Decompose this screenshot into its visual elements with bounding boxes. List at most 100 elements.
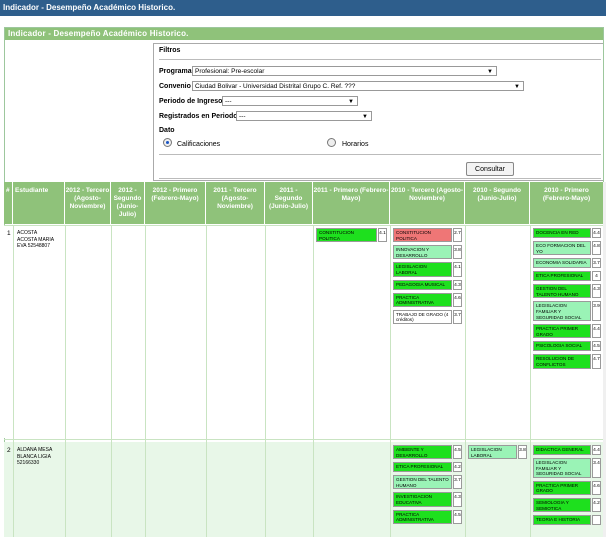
course-cell[interactable]: LEGISLACION LABORAL: [468, 445, 517, 460]
horarios-radio[interactable]: [327, 138, 336, 147]
course-cell[interactable]: LEGISLACION LABORAL: [393, 262, 452, 277]
course-grade: 3.7: [592, 258, 601, 269]
column-divider: [65, 226, 66, 537]
course-grade: 4.6: [592, 480, 601, 495]
convenio-label: Convenio: [159, 83, 191, 90]
row-background: [4, 226, 604, 438]
course-grade: 4.1: [378, 228, 387, 243]
course-cell[interactable]: ETICA PROFESIONAL: [533, 271, 591, 282]
course-cell[interactable]: PRACTICA ADMINISTRATIVA: [393, 292, 452, 307]
divider: [159, 178, 601, 179]
course-grade: 3.7: [453, 309, 462, 324]
course-cell[interactable]: GESTION DEL TALENTO HUMANO: [393, 475, 452, 490]
course-cell[interactable]: INNOVACION Y DESARROLLO EMPRESARIAL: [393, 245, 452, 260]
course-grade: 4.4: [592, 445, 601, 455]
row-divider: [4, 439, 604, 440]
column-header: 2012 - Primero (Febrero-Mayo): [145, 182, 206, 224]
column-divider: [265, 226, 266, 537]
course-grade: 3.8: [518, 445, 527, 460]
course-grade: 4.4: [592, 324, 601, 339]
programa-select[interactable]: Profesional: Pre-escolar ▼: [192, 66, 497, 76]
column-divider: [465, 226, 466, 537]
column-divider: [390, 226, 391, 537]
course-cell[interactable]: LEGISLACION FAMILIAR Y SEGURIDAD SOCIAL: [533, 458, 591, 478]
horarios-label: Horarios: [342, 141, 369, 148]
divider: [159, 59, 601, 60]
column-header: 2012 - Segundo (Junio-Julio): [111, 182, 145, 224]
course-grade: 4.8: [592, 241, 601, 256]
convenio-value: Ciudad Bolivar - Universidad Distrital G…: [195, 83, 356, 90]
course-cell[interactable]: CONSTITUCION POLITICA: [393, 228, 452, 243]
course-grade: 4.4: [592, 228, 601, 238]
registrados-label: Registrados en Periodo: [159, 113, 238, 120]
results-table: # Estudiante 2012 - Tercero (Agosto-Noviem…: [4, 182, 604, 537]
column-divider: [206, 226, 207, 537]
course-grade: 4.5: [453, 509, 462, 524]
course-cell[interactable]: LEGISLACION FAMILIAR Y SEGURIDAD SOCIAL: [533, 301, 591, 322]
course-cell[interactable]: TRABAJO DE GRADO (4 créditos): [393, 309, 452, 324]
course-cell[interactable]: PRACTICA PRIMER GRADO: [533, 480, 591, 495]
programa-value: Profesional: Pre-escolar: [195, 68, 265, 75]
course-cell[interactable]: RESOLUCION DE CONFLICTOS: [533, 354, 591, 369]
periodo-label: Periodo de Ingreso: [159, 98, 223, 105]
chevron-down-icon: ▼: [348, 99, 354, 105]
course-cell[interactable]: AMBIENTE Y DESARROLLO: [393, 445, 452, 460]
course-grade: 4.3: [592, 284, 601, 299]
chevron-down-icon: ▼: [487, 69, 493, 75]
column-header: 2012 - Tercero (Agosto-Noviembre): [65, 182, 111, 224]
course-cell[interactable]: ECONOMIA SOLIDARIA: [533, 258, 591, 269]
column-header: 2010 - Tercero (Agosto-Noviembre): [390, 182, 465, 224]
column-header: 2011 - Primero (Febrero-Mayo): [313, 182, 390, 224]
course-cell[interactable]: PEDAGOGIA MUSICAL: [393, 279, 452, 290]
consultar-button[interactable]: Consultar: [466, 162, 514, 176]
course-grade: 4.5: [453, 445, 462, 460]
course-grade: 3.7: [453, 475, 462, 490]
panel-title: Indicador - Desempeño Académico Historic…: [5, 28, 603, 40]
course-grade: [592, 515, 601, 526]
course-grade: 4.2: [453, 462, 462, 473]
course-grade: 4.3: [453, 279, 462, 290]
student-name[interactable]: ACOSTA ACOSTA MARIA EVA 52548807: [17, 230, 55, 250]
course-cell[interactable]: PSICOLOGIA SOCIAL: [533, 341, 591, 352]
divider: [159, 154, 601, 155]
window-title: Indicador - Desempeño Académico Historic…: [0, 0, 606, 16]
column-divider: [145, 226, 146, 537]
programa-label: Programa: [159, 68, 192, 75]
course-cell[interactable]: GESTION DEL TALENTO HUMANO: [533, 284, 591, 299]
filters-box: Filtros Programa Profesional: Pre-escola…: [153, 43, 603, 181]
column-header: 2010 - Primero (Febrero-Mayo): [530, 182, 604, 224]
course-grade: 4.3: [453, 492, 462, 507]
column-header: 2011 - Tercero (Agosto-Noviembre): [206, 182, 265, 224]
convenio-select[interactable]: Ciudad Bolivar - Universidad Distrital G…: [192, 81, 524, 91]
column-header: 2010 - Segundo (Junio-Julio): [465, 182, 530, 224]
course-grade: 3.8: [453, 245, 462, 260]
column-divider: [111, 226, 112, 537]
course-cell[interactable]: SEMIOLOGIA Y SEMIOTICA: [533, 498, 591, 513]
calificaciones-radio[interactable]: [163, 138, 172, 147]
periodo-value: ---: [225, 98, 232, 105]
course-grade: 4.1: [453, 262, 462, 277]
course-grade: 4.7: [592, 354, 601, 369]
course-cell[interactable]: INVESTIGACION EDUCATIVA: [393, 492, 452, 507]
course-cell[interactable]: DIDACTICA GENERAL: [533, 445, 591, 455]
course-cell[interactable]: CONSTITUCION POLITICA: [316, 228, 377, 243]
course-cell[interactable]: ECO FORMACION DEL YO: [533, 241, 591, 256]
course-cell[interactable]: TEORIA E HISTORIA: [533, 515, 591, 526]
course-cell[interactable]: ETICA PROFESIONAL: [393, 462, 452, 473]
column-divider: [530, 226, 531, 537]
row-divider: [4, 225, 604, 226]
course-grade: 3.4: [592, 458, 601, 478]
course-cell[interactable]: DOCENCIA EN RED: [533, 228, 591, 238]
column-divider: [313, 226, 314, 537]
dato-label: Dato: [159, 127, 175, 134]
course-grade: 4.2: [592, 498, 601, 513]
course-cell[interactable]: PRACTICA ADMINISTRATIVA: [393, 509, 452, 524]
course-grade: 4: [592, 271, 601, 282]
periodo-select[interactable]: --- ▼: [222, 96, 358, 106]
column-divider: [13, 226, 14, 537]
registrados-select[interactable]: --- ▼: [236, 111, 372, 121]
course-cell[interactable]: PRACTICA PRIMER GRADO: [533, 324, 591, 339]
row-number: 2: [7, 447, 11, 454]
course-grade: 2.7: [453, 228, 462, 243]
student-name[interactable]: ALDANA MESA BLANCA LIGIA 52166330: [17, 447, 55, 467]
